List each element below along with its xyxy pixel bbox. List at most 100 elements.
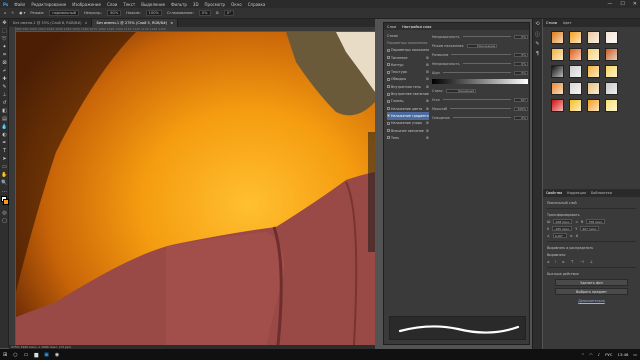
home-icon[interactable]: ⌂ xyxy=(4,11,6,15)
menu-filter[interactable]: Фильтр xyxy=(171,2,187,7)
tab-layers[interactable]: Слои xyxy=(387,25,396,29)
checkbox[interactable] xyxy=(387,70,390,74)
quick-select-icon[interactable]: ✦ xyxy=(0,43,9,51)
flip-v-icon[interactable]: ⇵ xyxy=(576,234,579,238)
history-icon[interactable]: ⟲ xyxy=(533,19,542,29)
style-swatch[interactable] xyxy=(569,82,582,95)
select-subject-button[interactable]: Выбрать предмет xyxy=(555,288,628,295)
checkbox[interactable] xyxy=(387,99,390,103)
gear-icon[interactable]: ⚙ xyxy=(216,11,219,15)
flip-h-icon[interactable]: ⇋ xyxy=(570,234,573,238)
style-swatch[interactable] xyxy=(587,48,600,61)
setting-value[interactable]: 0% xyxy=(514,115,528,120)
search-icon[interactable]: ○ xyxy=(13,352,17,358)
screen-mode-icon[interactable]: ▢ xyxy=(0,217,9,225)
lasso-tool-icon[interactable]: ➰ xyxy=(0,35,9,43)
checkbox[interactable] xyxy=(387,92,390,96)
style-item[interactable]: Обводка ⊞ xyxy=(387,76,429,83)
style-item[interactable]: Наложение узора ⊞ xyxy=(387,120,429,127)
add-icon[interactable]: ⊞ xyxy=(426,85,429,89)
network-icon[interactable]: ◠ xyxy=(589,352,592,357)
checkbox[interactable] xyxy=(387,114,390,118)
style-swatch[interactable] xyxy=(569,99,582,112)
add-icon[interactable]: ⊞ xyxy=(426,99,429,103)
eyedropper-icon[interactable]: ⌿ xyxy=(0,67,9,75)
menu-edit[interactable]: Редактирование xyxy=(31,2,66,7)
setting-slider[interactable] xyxy=(451,54,511,55)
style-item[interactable]: Внешнее свечение ⊞ xyxy=(387,127,429,134)
notification-icon[interactable]: ▭ xyxy=(633,352,637,357)
setting-slider[interactable] xyxy=(442,99,511,100)
style-item[interactable]: Параметры наложения⊞ xyxy=(387,47,429,54)
align-left-icon[interactable]: ⫷ xyxy=(547,259,549,264)
style-select[interactable]: Линейный xyxy=(446,88,477,93)
brush-tool-icon[interactable]: ✎ xyxy=(11,11,14,15)
more-tools-icon[interactable]: … xyxy=(0,187,9,195)
healing-brush-icon[interactable]: ✚ xyxy=(0,75,9,83)
shape-tool-icon[interactable]: ▭ xyxy=(0,163,9,171)
align-right-icon[interactable]: ⫸ xyxy=(562,259,564,264)
width-field[interactable]: 108 пикс. xyxy=(553,219,573,224)
more-link[interactable]: Дополнительно xyxy=(578,299,604,303)
gradient-tool-icon[interactable]: ▤ xyxy=(0,115,9,123)
dodge-tool-icon[interactable]: ◐ xyxy=(0,131,9,139)
tab-adjustments[interactable]: Коррекция xyxy=(567,191,586,195)
crop-tool-icon[interactable]: ⌗ xyxy=(0,51,9,59)
add-icon[interactable]: ⊞ xyxy=(426,56,429,60)
style-swatch[interactable] xyxy=(587,31,600,44)
smoothing-field[interactable]: 0% xyxy=(198,10,211,16)
gradient-preview[interactable] xyxy=(432,79,528,84)
marquee-tool-icon[interactable]: ⬚ xyxy=(0,27,9,35)
brush-panel-icon[interactable]: ✎ xyxy=(533,39,542,49)
style-swatch[interactable] xyxy=(551,48,564,61)
tab-libraries[interactable]: Библиотеки xyxy=(591,191,612,195)
setting-value[interactable]: 0% xyxy=(514,34,528,39)
add-icon[interactable]: ⊞ xyxy=(426,70,429,74)
blur-tool-icon[interactable]: 💧 xyxy=(0,123,9,131)
setting-value[interactable]: 0% xyxy=(514,70,528,75)
style-item[interactable]: Контур ⊞ xyxy=(387,61,429,68)
setting-value[interactable]: 0% xyxy=(514,52,528,57)
menu-image[interactable]: Изображение xyxy=(72,2,101,7)
style-swatch[interactable] xyxy=(551,82,564,95)
close-icon[interactable]: × xyxy=(85,21,88,25)
setting-slider[interactable] xyxy=(462,36,511,37)
windows-start-icon[interactable]: ⊞ xyxy=(3,352,7,358)
photoshop-taskbar-icon[interactable]: ▣ xyxy=(44,352,49,358)
brush-tool-icon[interactable]: ✎ xyxy=(0,83,9,91)
setting-slider[interactable] xyxy=(462,63,511,64)
style-item[interactable]: Внутреннее свечение⊞ xyxy=(387,90,429,97)
add-icon[interactable]: ⊞ xyxy=(426,136,429,140)
language-indicator[interactable]: РУС xyxy=(605,352,612,357)
y-field[interactable]: 407 пикс. xyxy=(580,226,600,231)
pressure-field[interactable]: 100% xyxy=(145,10,162,16)
checkbox[interactable] xyxy=(387,48,390,52)
close-button[interactable]: ✕ xyxy=(633,1,637,7)
style-item[interactable]: Наложение градиента⊞ xyxy=(387,112,429,120)
add-icon[interactable]: ⊞ xyxy=(426,129,429,133)
eraser-icon[interactable]: ◧ xyxy=(0,107,9,115)
add-icon[interactable]: ⊞ xyxy=(426,107,429,111)
add-icon[interactable]: ⊞ xyxy=(426,77,429,81)
brush-preset-picker[interactable]: ● ▾ xyxy=(19,11,25,15)
minimize-button[interactable]: — xyxy=(607,1,612,7)
link-icon[interactable]: ∞ xyxy=(575,220,578,224)
hand-tool-icon[interactable]: ✋ xyxy=(0,171,9,179)
checkbox[interactable] xyxy=(387,56,390,60)
checkbox[interactable] xyxy=(387,136,390,140)
history-brush-icon[interactable]: ↺ xyxy=(0,99,9,107)
menu-file[interactable]: Файл xyxy=(14,2,25,7)
menu-3d[interactable]: 3D xyxy=(193,2,199,7)
align-middle-icon[interactable]: ⊣ xyxy=(580,259,583,264)
setting-value[interactable]: 100% xyxy=(514,106,528,111)
frame-tool-icon[interactable]: ⊠ xyxy=(0,59,9,67)
height-field[interactable]: 758 пикс. xyxy=(586,219,606,224)
menu-window[interactable]: Окно xyxy=(231,2,242,7)
checkbox[interactable] xyxy=(387,77,390,81)
add-icon[interactable]: ⊞ xyxy=(426,63,429,67)
x-field[interactable]: -195 пикс. xyxy=(552,226,573,231)
style-swatch[interactable] xyxy=(605,48,618,61)
chevron-up-icon[interactable]: ^ xyxy=(581,352,584,357)
style-item[interactable]: Внутренняя тень ⊞ xyxy=(387,83,429,90)
canvas[interactable] xyxy=(16,32,375,345)
